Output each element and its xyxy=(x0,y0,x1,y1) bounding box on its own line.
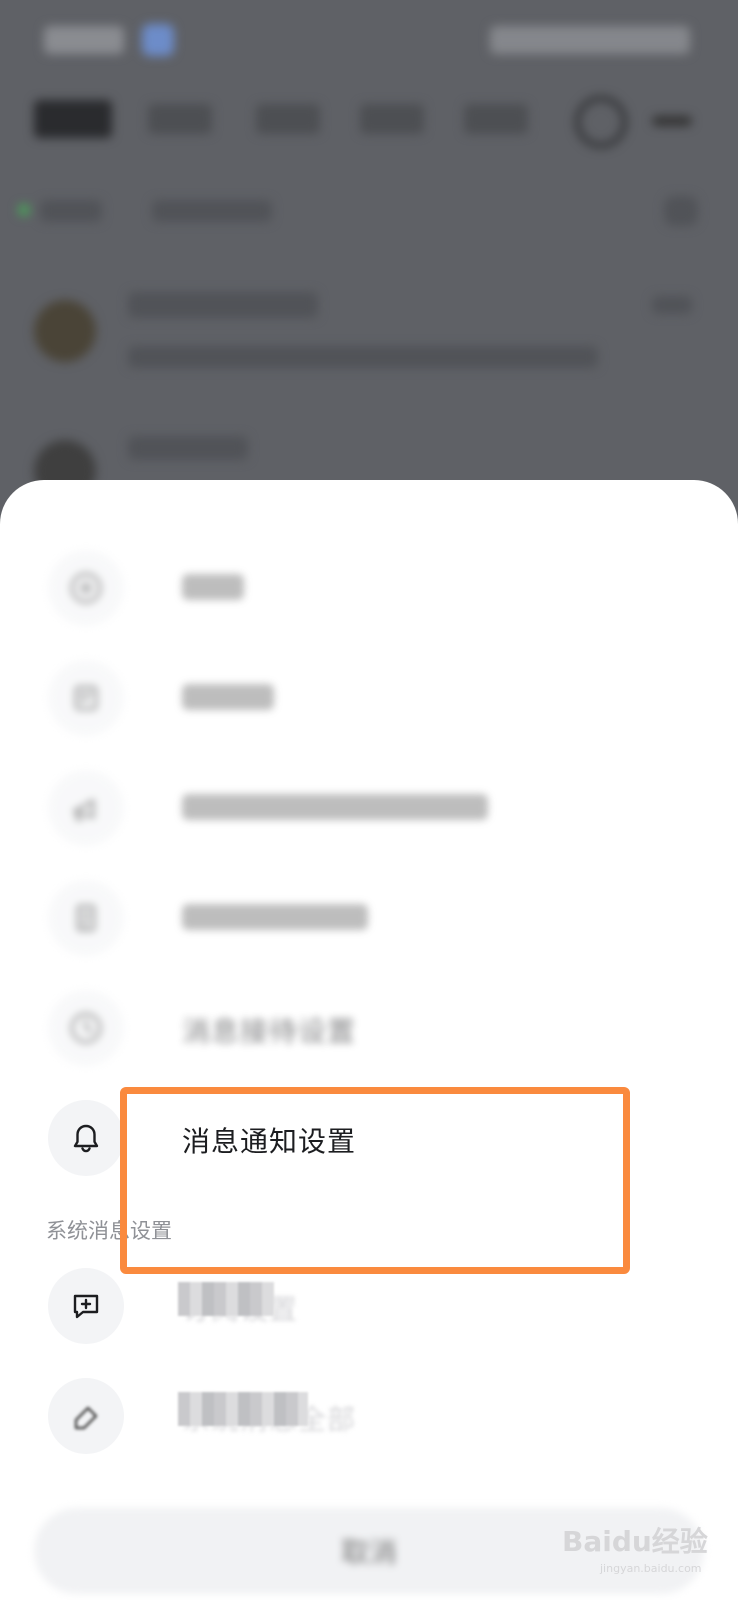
menu-label-blur xyxy=(182,574,244,600)
tab-5 xyxy=(464,104,528,134)
app-badge-icon xyxy=(142,24,174,56)
status-indicators xyxy=(490,26,690,54)
menu-label-blur xyxy=(182,904,368,930)
tab-4 xyxy=(360,104,424,134)
menu-item-reception-settings[interactable]: 消息接待设置 xyxy=(0,972,738,1082)
watermark-logo: Baidu经验 xyxy=(562,1525,708,1558)
cancel-label: 取消 xyxy=(340,1536,397,1569)
clock-icon xyxy=(48,990,124,1066)
conversation-preview xyxy=(128,346,598,368)
message-plus-icon xyxy=(48,1268,124,1344)
bell-icon xyxy=(48,1100,124,1176)
tab-row xyxy=(0,90,738,150)
circle-plus-icon xyxy=(48,550,124,626)
menu-item-4[interactable] xyxy=(0,862,738,972)
menu-icon xyxy=(652,116,692,126)
tab-2 xyxy=(148,104,212,134)
menu-item-2[interactable] xyxy=(0,642,738,752)
online-dot-icon xyxy=(18,204,30,216)
status-time xyxy=(44,26,124,54)
megaphone-icon xyxy=(48,770,124,846)
filter-label-2 xyxy=(152,200,272,222)
menu-item-1[interactable] xyxy=(0,532,738,642)
search-icon xyxy=(575,96,627,148)
menu-item-clear-system-messages[interactable]: 系统消息全部 xyxy=(0,1360,738,1470)
settings-bottom-sheet: 消息接待设置 消息通知设置 系统消息设置 订阅设置 系统消息全部 xyxy=(0,480,738,1600)
menu-label: 消息接待设置 xyxy=(182,1015,357,1048)
tab-3 xyxy=(256,104,320,134)
tab-messages xyxy=(34,100,112,138)
conversation-time xyxy=(652,296,692,314)
document-icon xyxy=(48,880,124,956)
redaction-mask xyxy=(178,1392,308,1426)
menu-label-blur xyxy=(182,794,488,820)
background-app xyxy=(0,0,738,520)
status-bar xyxy=(0,0,738,80)
filter-label xyxy=(40,200,102,222)
menu-item-3[interactable] xyxy=(0,752,738,862)
filter-row xyxy=(0,190,738,240)
conversation-title xyxy=(128,436,248,460)
watermark-url: jingyan.baidu.com xyxy=(600,1562,702,1575)
redaction-mask xyxy=(178,1282,274,1316)
user-block-icon xyxy=(48,660,124,736)
menu-label-blur xyxy=(182,684,274,710)
avatar xyxy=(34,300,96,362)
conversation-title xyxy=(128,292,318,318)
eraser-icon xyxy=(48,1378,124,1454)
filter-icon xyxy=(664,196,698,226)
highlight-annotation xyxy=(120,1087,630,1274)
